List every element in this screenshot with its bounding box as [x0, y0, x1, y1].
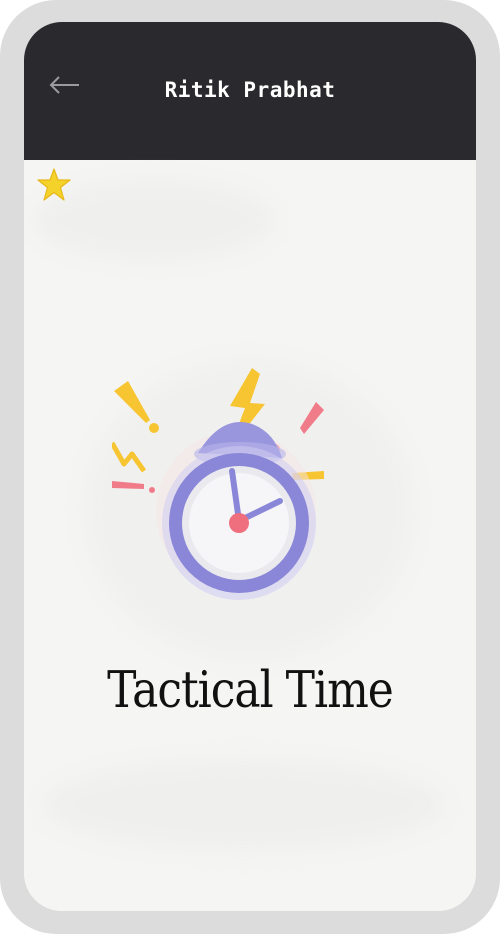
device-frame: Ritik Prabhat Tactical Time [0, 0, 500, 934]
brand-title: Tactical Time [107, 661, 394, 720]
header-title: Ritik Prabhat [164, 78, 336, 102]
alarm-clock-icon [112, 368, 324, 600]
main-content: Tactical Time [24, 160, 476, 911]
star-icon [37, 168, 71, 201]
app-screen: Ritik Prabhat Tactical Time [24, 22, 476, 911]
background-smudge [44, 760, 444, 850]
app-header: Ritik Prabhat [24, 22, 476, 160]
